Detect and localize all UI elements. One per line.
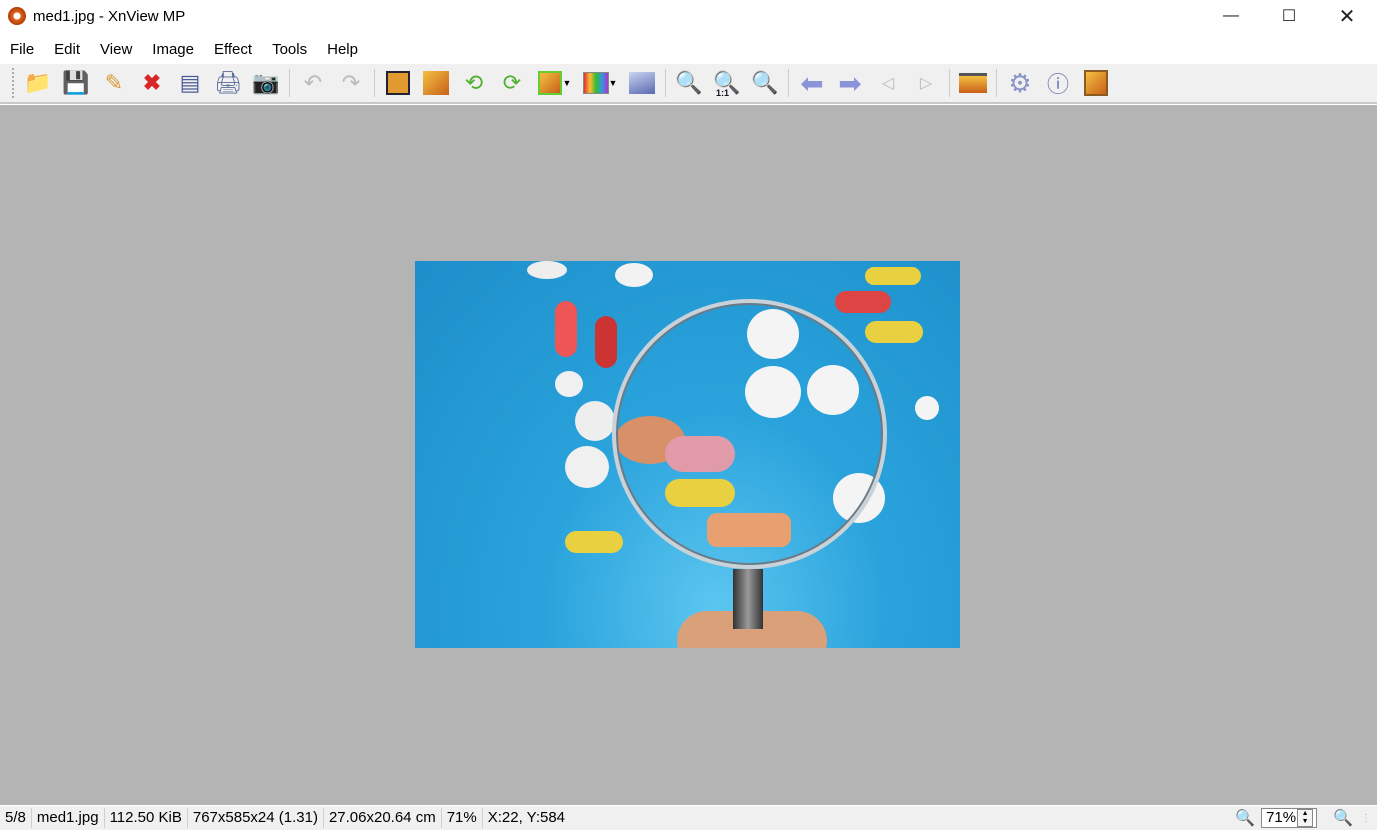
redo-icon[interactable]: ↷ [332,66,370,100]
toolbar: 📁 💾 ✎ ✖ ▤ 🖨 📷 ↶ ↷ ⟲ ⟳ ▼ ▼ 🔍 🔍 1:1 🔍 ⬅ ➡ ◁… [0,64,1377,104]
toolbar-separator [374,69,375,97]
crop-icon[interactable] [379,66,417,100]
browser-icon[interactable]: 📁 [19,66,57,100]
zoom-control: 🔍 71% ▲ ▼ 🔍 ⋮ [1235,806,1377,830]
transform-dropdown[interactable]: ▼ [561,66,573,100]
zoom-1to1-label: 1:1 [716,88,730,98]
previous-icon[interactable]: ⬅ [793,66,831,100]
zoom-1to1-icon[interactable]: 🔍 1:1 [708,66,746,100]
zoom-in-icon[interactable]: 🔍 [670,66,708,100]
status-cursor: X:22, Y:584 [487,809,566,826]
next-icon[interactable]: ➡ [831,66,869,100]
menu-image[interactable]: Image [142,41,204,58]
zoom-out-icon[interactable]: 🔍 [746,66,784,100]
menu-tools[interactable]: Tools [262,41,317,58]
rotate-left-icon[interactable]: ⟲ [455,66,493,100]
zoom-spinner[interactable]: ▲ ▼ [1297,809,1314,827]
window-title: med1.jpg - XnView MP [33,7,186,25]
status-filesize: 112.50 KiB [105,808,188,828]
status-index: 5/8 [0,808,32,828]
zoom-out-button[interactable]: 🔍 [1333,808,1353,828]
menu-help[interactable]: Help [317,41,368,58]
title-bar: med1.jpg - XnView MP — ☐ ✕ [0,0,1377,32]
image-canvas [415,261,960,648]
menu-file[interactable]: File [0,41,44,58]
minimize-button[interactable]: — [1208,0,1254,32]
print-icon[interactable]: 🖨 [209,66,247,100]
status-zoom: 71% [442,808,483,828]
zoom-in-button[interactable]: 🔍 [1235,808,1255,828]
first-icon[interactable]: ◁ [869,66,907,100]
image-icon[interactable] [623,66,661,100]
toolbar-separator [949,69,950,97]
menu-bar: File Edit View Image Effect Tools Help [0,36,368,62]
close-button[interactable]: ✕ [1324,0,1370,32]
toolbar-separator [665,69,666,97]
adjust-dropdown[interactable]: ▼ [607,66,619,100]
toolbar-separator [788,69,789,97]
edit-icon[interactable]: ✎ [95,66,133,100]
resize-icon[interactable] [417,66,455,100]
slideshow-icon[interactable] [954,66,992,100]
xnview-app-icon [8,7,26,25]
undo-icon[interactable]: ↶ [294,66,332,100]
save-icon[interactable]: 💾 [57,66,95,100]
toolbar-separator [996,69,997,97]
magnifier-lens [612,299,887,569]
paste-icon[interactable] [1077,66,1115,100]
capture-icon[interactable]: 📷 [247,66,285,100]
settings-icon[interactable]: ⚙ [1001,66,1039,100]
menu-view[interactable]: View [90,41,142,58]
image-viewer[interactable] [0,105,1377,805]
rotate-right-icon[interactable]: ⟳ [493,66,531,100]
resize-grip[interactable]: ⋮ [1361,813,1377,824]
status-filename: med1.jpg [32,808,105,828]
toolbar-grip[interactable] [12,68,15,98]
menu-edit[interactable]: Edit [44,41,90,58]
status-dimensions: 767x585x24 (1.31) [188,808,324,828]
menu-effect[interactable]: Effect [204,41,262,58]
last-icon[interactable]: ▷ [907,66,945,100]
status-bar: 5/8 med1.jpg 112.50 KiB 767x585x24 (1.31… [0,806,1377,830]
toolbar-separator [289,69,290,97]
info-icon[interactable]: ⓘ [1039,66,1077,100]
maximize-button[interactable]: ☐ [1266,0,1312,32]
scan-icon[interactable]: ▤ [171,66,209,100]
delete-icon[interactable]: ✖ [133,66,171,100]
status-physical-size: 27.06x20.64 cm [324,808,442,828]
